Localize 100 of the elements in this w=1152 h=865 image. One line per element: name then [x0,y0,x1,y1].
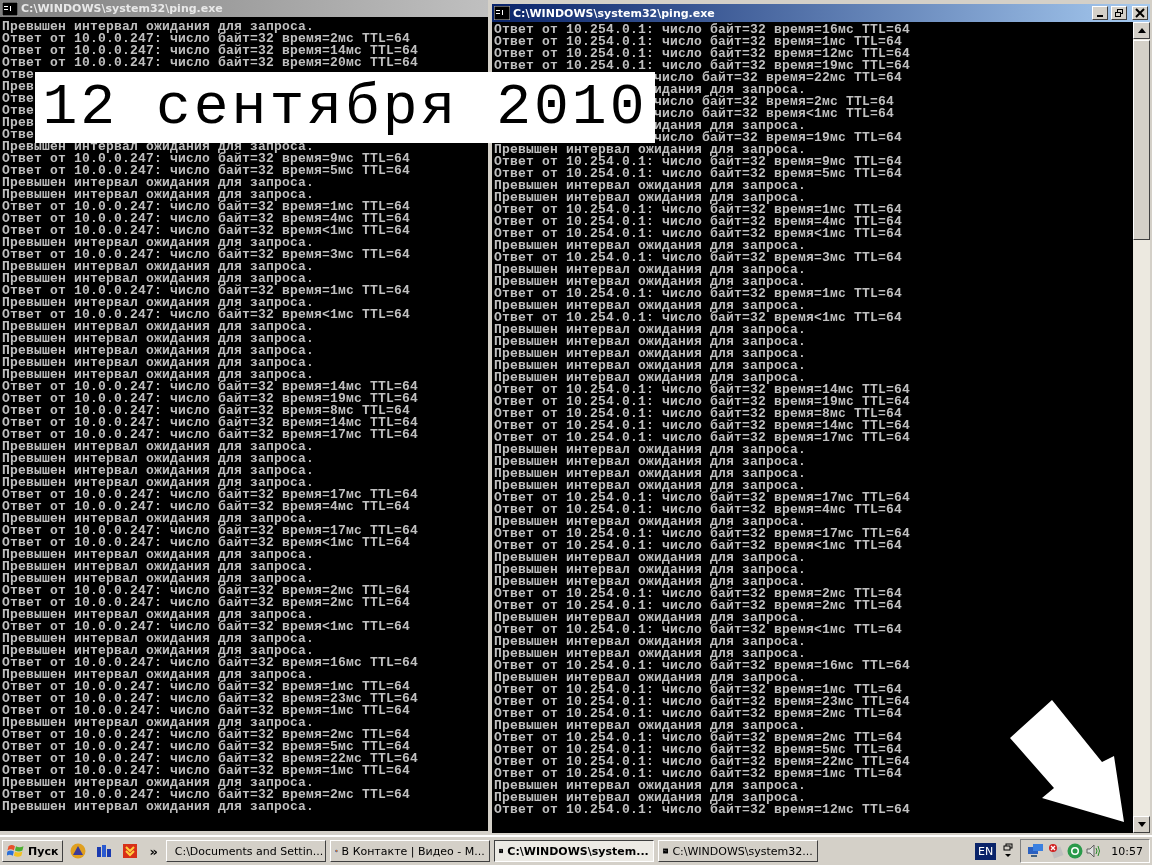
console-line: число байт=32 время=22мс TTL=64 [654,72,903,84]
task-button[interactable]: C:\Documents and Settin... [165,840,326,862]
window-title: C:\WINDOWS\system32\ping.exe [513,6,716,20]
console-line: Ответ от 10.254.0.1: число байт=32 время=9мс TTL=64 [494,156,903,168]
console-line: число байт=32 время=19мс TTL=64 [654,132,903,144]
console-line: Превышен интервал ожидания для запроса. [2,801,315,813]
console-line: Ответ от 10.254.0.1: число байт=32 время<1мс TTL=64 [494,312,903,324]
chevron-button[interactable]: » [149,843,158,859]
console-line: Ответ от 10.0.0.247: число байт=32 время<1мс TTL=64 [2,537,411,549]
task-button[interactable]: C:\WINDOWS\system32... [657,840,818,862]
console-line: Превышен интервал ожидания для запроса. [494,300,807,312]
console-line: Превышен интервал ожидания для запроса. [494,576,807,588]
console-line: Ответ от 10.0.0.247: число байт=32 время=17мс TTL=64 [2,525,419,537]
console-line: Превышен интервал ожидания для запроса. [2,273,315,285]
console-line: Ответ от 10.254.0.1: число байт=32 время=17мс TTL=64 [494,432,911,444]
close-icon [1135,8,1145,18]
console-line: Ответ от 10.0.0.247: число байт=32 время=14мс TTL=64 [2,381,419,393]
console-line: Превышен интервал ожидания для запроса. [2,561,315,573]
console-line: Ответ от 10.0.0.247: число байт=32 время=5мс TTL=64 [2,165,411,177]
console-line: Ответ от 10.0.0.247: число байт=32 время=8мс TTL=64 [2,405,411,417]
restore-button[interactable] [1111,6,1127,20]
download-icon[interactable] [122,843,139,859]
scroll-up-button[interactable] [1133,22,1150,39]
task-button[interactable]: В Контакте | Видео - М... [329,840,490,862]
console-line: Отве [2,105,34,117]
console-line: Превышен интервал ожидания для запроса. [2,645,315,657]
console-line: Превышен интервал ожидания для запроса. [494,780,807,792]
console-line: Прев [2,117,34,129]
console-line: Превышен интервал ожидания для запроса. [2,237,315,249]
console-line: Превышен интервал ожидания для запроса. [494,240,807,252]
close-button[interactable] [1132,6,1148,20]
console-line: Ответ от 10.0.0.247: число байт=32 время=2мс TTL=64 [2,597,411,609]
disconnected-network-icon[interactable] [1048,843,1065,859]
console-line: Ответ от 10.254.0.1: число байт=32 время=22мс TTL=64 [494,756,911,768]
console-line: Прев [2,81,34,93]
console-line: Ответ от 10.254.0.1: число байт=32 время=2мс TTL=64 [494,708,903,720]
language-indicator[interactable]: EN [975,842,997,860]
console-line: Превышен интервал ожидания для запроса. [2,549,315,561]
console-line: Превышен интервал ожидания для запроса. [2,297,315,309]
scroll-down-button[interactable] [1133,816,1150,833]
console-line: Ответ от 10.0.0.247: число байт=32 время<1мс TTL=64 [2,309,411,321]
console-line: Превышен интервал ожидания для запроса. [2,369,315,381]
clock[interactable]: 10:57 [1111,844,1143,858]
console-line: Превышен интервал ожидания для запроса. [2,513,315,525]
console-line: Ответ от 10.254.0.1: число байт=32 время=4мс TTL=64 [494,216,903,228]
console-line: идания для запроса. [654,84,807,96]
console-line: Превышен интервал ожидания для запроса. [494,552,807,564]
console-line: Превышен интервал ожидания для запроса. [2,573,315,585]
console-line: Превышен интервал ожидания для запроса. [494,672,807,684]
network-icon[interactable] [1027,843,1046,859]
console-line: Превышен интервал ожидания для запроса. [494,468,807,480]
scrollbar-thumb[interactable] [1133,40,1150,240]
console-line: Ответ от 10.254.0.1: число байт=32 время=3мс TTL=64 [494,252,903,264]
console-line: Ответ от 10.254.0.1: число байт=32 время=5мс TTL=64 [494,168,903,180]
console-line: Превышен интервал ожидания для запроса. [494,480,807,492]
speaker-icon[interactable] [1086,843,1103,859]
console-line: Отве [2,69,34,81]
console-line: Превышен интервал ожидания для запроса. [2,633,315,645]
console-line: Ответ от 10.0.0.247: число байт=32 время=1мс TTL=64 [2,681,411,693]
console-line: Превышен интервал ожидания для запроса. [2,141,315,153]
date-caption: 12 сентября 2010 [35,72,655,143]
console-line: Превышен интервал ожидания для запроса. [2,609,315,621]
console-line: Превышен интервал ожидания для запроса. [2,717,315,729]
restore-icon [1114,8,1124,18]
console-line: Превышен интервал ожидания для запроса. [494,144,807,156]
console-line: Ответ от 10.0.0.247: число байт=32 время=4мс TTL=64 [2,501,411,513]
console-line: Ответ от 10.0.0.247: число байт=32 время<1мс TTL=64 [2,225,411,237]
console-line: Ответ от 10.0.0.247: число байт=32 время=2мс TTL=64 [2,585,411,597]
console-line: Превышен интервал ожидания для запроса. [2,465,315,477]
console-line: Ответ от 10.0.0.247: число байт=32 время=3мс TTL=64 [2,249,411,261]
console-line: Превышен интервал ожидания для запроса. [494,720,807,732]
console-line: Ответ от 10.254.0.1: число байт=32 время=8мс TTL=64 [494,408,903,420]
console-line: Ответ от 10.254.0.1: число байт=32 время=14мс TTL=64 [494,420,911,432]
console-line: Превышен интервал ожидания для запроса. [494,180,807,192]
console-line: Ответ от 10.254.0.1: число байт=32 время=2мс TTL=64 [494,732,903,744]
console-line: Превышен интервал ожидания для запроса. [2,357,315,369]
window-title: C:\WINDOWS\system32\ping.exe [21,2,224,15]
console-line: Отве [2,129,34,141]
windows-icon[interactable] [1003,843,1014,859]
ring-icon[interactable] [1067,843,1084,859]
console-line: Превышен интервал ожидания для запроса. [2,261,315,273]
task-button[interactable]: C:\WINDOWS\system... [493,840,654,862]
minimize-icon [1097,15,1103,17]
console-line: Ответ от 10.254.0.1: число байт=32 время=4мс TTL=64 [494,504,903,516]
console-line: число байт=32 время=2мс TTL=64 [654,96,895,108]
console-line: Превышен интервал ожидания для запроса. [2,189,315,201]
console-line: Ответ от 10.254.0.1: число байт=32 время=12мс TTL=64 [494,804,911,816]
bars-icon[interactable] [96,843,113,859]
console-line: Ответ от 10.254.0.1: число байт=32 время=17мс TTL=64 [494,528,911,540]
console-line: Отве [2,93,34,105]
minimize-button[interactable] [1092,6,1108,20]
console-line: Превышен интервал ожидания для запроса. [2,177,315,189]
console-line: число байт=32 время<1мс TTL=64 [654,108,895,120]
console-line: Ответ от 10.0.0.247: число байт=32 время=9мс TTL=64 [2,153,411,165]
console-line: Превышен интервал ожидания для запроса. [2,777,315,789]
console-line: Ответ от 10.0.0.247: число байт=32 время=17мс TTL=64 [2,429,419,441]
console-line: Ответ от 10.254.0.1: число байт=32 время<1мс TTL=64 [494,624,903,636]
start-button[interactable]: Пуск [2,840,64,862]
console-line: Ответ от 10.0.0.247: число байт=32 время=23мс TTL=64 [2,693,419,705]
console-line: Превышен интервал ожидания для запроса. [2,669,315,681]
